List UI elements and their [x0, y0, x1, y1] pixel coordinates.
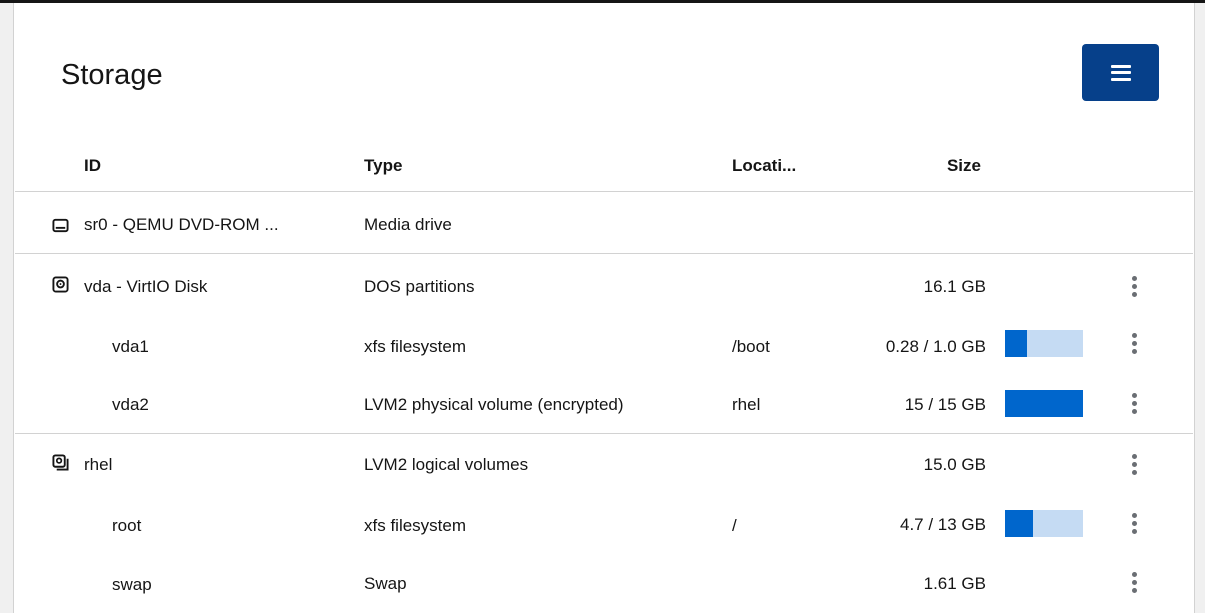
usage-bar [1005, 390, 1083, 417]
card-title: Storage [61, 59, 163, 91]
header-divider [15, 191, 1193, 192]
usage-bar-fill [1005, 330, 1027, 357]
row-size: 1.61 GB [923, 574, 986, 593]
row-type: LVM2 physical volume (encrypted) [364, 395, 624, 414]
row-size: 15 / 15 GB [904, 395, 986, 414]
row-location[interactable]: / [732, 515, 737, 537]
row-id: root [112, 516, 142, 535]
row-type: xfs filesystem [364, 337, 467, 356]
row-type: xfs filesystem [364, 516, 467, 535]
row-id: vda - VirtIO Disk [84, 277, 208, 296]
row-id: rhel [84, 455, 113, 474]
row-type: Media drive [364, 215, 452, 234]
row-id: vda2 [112, 395, 149, 414]
row-id: swap [112, 575, 152, 594]
row-type: DOS partitions [364, 277, 475, 296]
group-divider [15, 253, 1193, 254]
row-location[interactable]: rhel [732, 394, 760, 416]
row-id: vda1 [112, 337, 149, 356]
row-actions-kebab-icon[interactable] [1127, 571, 1141, 595]
usage-bar-fill [1005, 510, 1034, 537]
usage-bar [1005, 510, 1083, 537]
usage-bar-fill [1005, 390, 1083, 417]
left-gutter [0, 3, 13, 613]
row-actions-kebab-icon[interactable] [1127, 392, 1141, 416]
group-divider [15, 433, 1193, 434]
row-type: LVM2 logical volumes [364, 455, 529, 474]
column-header-id[interactable]: ID [84, 155, 101, 177]
row-size: 15.0 GB [923, 455, 986, 474]
optical-drive-icon [52, 218, 69, 233]
hamburger-menu-icon [1110, 64, 1131, 81]
volume-group-icon [52, 454, 69, 471]
row-size: 0.28 / 1.0 GB [885, 337, 986, 356]
row-location[interactable]: /boot [732, 336, 770, 358]
right-gutter [1194, 3, 1205, 613]
column-header-size[interactable]: Size [786, 155, 981, 177]
hard-disk-icon [52, 276, 69, 293]
row-size: 4.7 / 13 GB [900, 515, 986, 534]
storage-menu-button[interactable] [1082, 44, 1159, 101]
row-actions-kebab-icon[interactable] [1127, 453, 1141, 477]
column-header-type[interactable]: Type [364, 155, 402, 177]
row-actions-kebab-icon[interactable] [1127, 275, 1141, 299]
storage-card: Storage ID Type Locati... Size sr0 - QEM… [13, 3, 1195, 613]
row-type: Swap [364, 574, 407, 593]
row-actions-kebab-icon[interactable] [1127, 512, 1141, 536]
row-id: sr0 - QEMU DVD-ROM ... [84, 215, 279, 234]
row-actions-kebab-icon[interactable] [1127, 332, 1141, 356]
usage-bar [1005, 330, 1083, 357]
row-size: 16.1 GB [923, 277, 986, 296]
